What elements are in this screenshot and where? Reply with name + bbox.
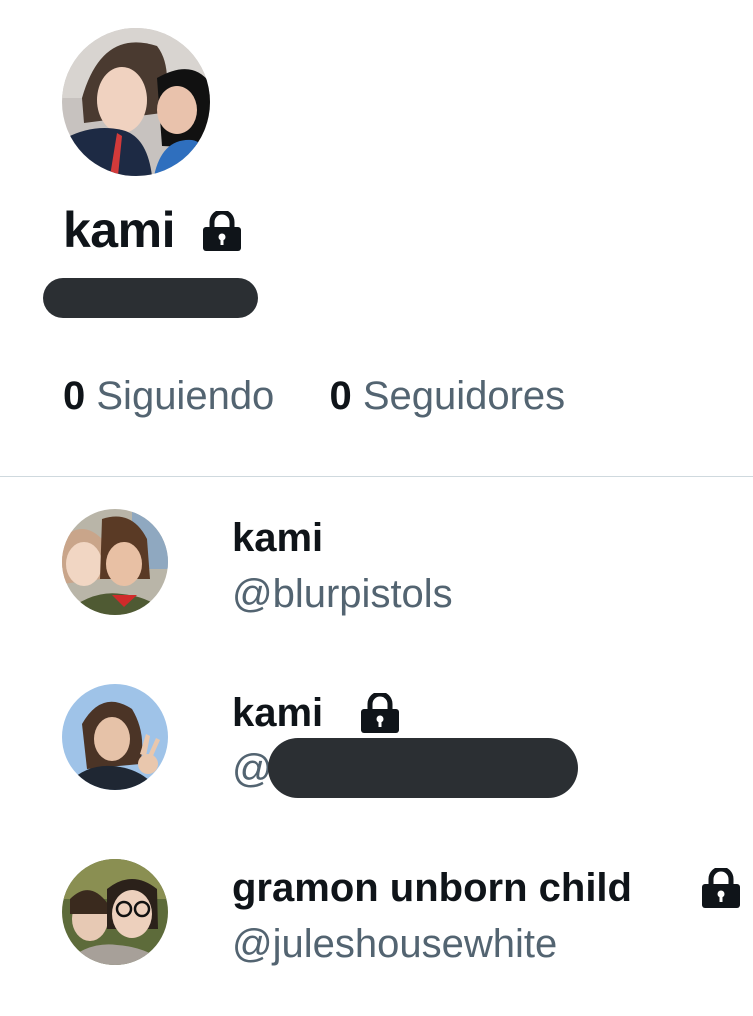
lock-icon	[359, 693, 401, 733]
account-avatar[interactable]	[62, 509, 168, 615]
account-handle: @juleshousewhite	[232, 922, 558, 966]
lock-icon	[201, 211, 243, 251]
profile-display-name: kami	[63, 202, 175, 258]
account-name[interactable]: kami	[232, 514, 323, 562]
account-handle-prefix: @	[232, 747, 273, 791]
profile-handle-redacted	[43, 278, 258, 318]
followers-label: Seguidores	[362, 374, 566, 418]
followers-count: 0	[329, 374, 352, 418]
lock-icon	[700, 868, 742, 908]
account-avatar[interactable]	[62, 859, 168, 965]
account-avatar[interactable]	[62, 684, 168, 790]
profile-avatar[interactable]	[62, 28, 210, 176]
followers-stat[interactable]: 0 Seguidores	[329, 370, 565, 422]
divider	[0, 476, 753, 477]
following-label: Siguiendo	[96, 374, 275, 418]
following-stat[interactable]: 0 Siguiendo	[63, 370, 274, 422]
account-name[interactable]: kami	[232, 689, 323, 737]
account-handle: @blurpistols	[232, 572, 453, 616]
profile-stats: 0 Siguiendo 0 Seguidores	[63, 370, 565, 422]
account-name[interactable]: gramon unborn child	[232, 864, 632, 912]
following-count: 0	[63, 374, 86, 418]
account-handle-redacted	[268, 738, 578, 798]
